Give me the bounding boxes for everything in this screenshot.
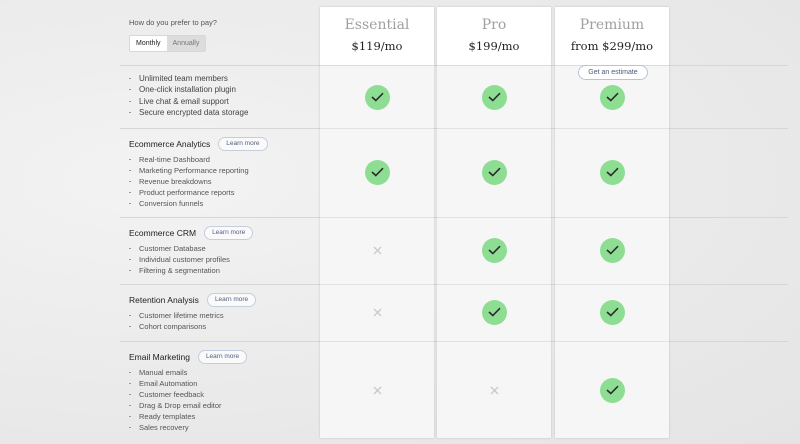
list-item: Real-time Dashboard [129, 154, 249, 165]
cross-icon [372, 245, 382, 255]
list-item: Individual customer profiles [129, 254, 230, 265]
base-feature-list: Unlimited team members One-click install… [129, 73, 248, 119]
plan-price: $199/mo [468, 39, 520, 53]
cell-divider [437, 284, 551, 285]
cross-icon [372, 307, 382, 317]
check-icon [599, 237, 625, 263]
billing-option-monthly[interactable]: Monthly [130, 36, 167, 51]
list-item: One-click installation plugin [129, 84, 248, 95]
cell-divider [555, 217, 669, 218]
check-icon [364, 84, 390, 110]
list-item: Drag & Drop email editor [129, 400, 222, 411]
learn-more-button[interactable]: Learn more [197, 350, 248, 364]
module-title-email: Email Marketing Learn more [129, 350, 248, 364]
module-title-analytics: Ecommerce Analytics Learn more [129, 137, 268, 151]
check-icon [599, 299, 625, 325]
plan-header: Essential $119/mo [320, 7, 434, 65]
check-icon [599, 159, 625, 185]
check-icon [481, 237, 507, 263]
plan-price: from $299/mo [570, 39, 654, 53]
cell-divider [555, 341, 669, 342]
plan-name: Essential [344, 17, 410, 33]
plan-price: $119/mo [351, 39, 403, 53]
cell-divider [555, 128, 669, 129]
plan-header-divider [437, 65, 551, 66]
list-item: Sales recovery [129, 422, 222, 433]
plan-card-pro: Pro $199/mo [437, 7, 551, 438]
module-title-retention: Retention Analysis Learn more [129, 293, 257, 307]
cell-divider [437, 341, 551, 342]
list-item: Ready templates [129, 411, 222, 422]
list-item: Customer lifetime metrics [129, 310, 224, 321]
plan-card-premium: Premium from $299/mo Get an estimate [555, 7, 669, 438]
list-item: Customer Database [129, 243, 230, 254]
check-icon [364, 159, 390, 185]
list-item: Manual emails [129, 367, 222, 378]
list-item: Live chat & email support [129, 96, 248, 107]
billing-question: How do you prefer to pay? [129, 18, 217, 27]
cell-divider [320, 128, 434, 129]
check-icon [599, 377, 625, 403]
cell-divider [320, 217, 434, 218]
cell-divider [320, 341, 434, 342]
cell-divider [320, 284, 434, 285]
plan-header: Pro $199/mo [437, 7, 551, 65]
list-item: Customer feedback [129, 389, 222, 400]
plan-card-essential: Essential $119/mo [320, 7, 434, 438]
module-title-crm: Ecommerce CRM Learn more [129, 226, 254, 240]
cross-icon [372, 385, 382, 395]
plan-name: Pro [481, 17, 507, 33]
list-item: Revenue breakdowns [129, 176, 249, 187]
billing-toggle: Monthly Annually [129, 35, 207, 52]
plan-header-divider [320, 65, 434, 66]
learn-more-button[interactable]: Learn more [204, 226, 254, 240]
list-item: Product performance reports [129, 187, 249, 198]
module-title-label: Ecommerce CRM [129, 228, 197, 238]
module-title-label: Email Marketing [129, 352, 190, 362]
module-feature-list: Real-time Dashboard Marketing Performanc… [129, 154, 249, 209]
check-icon [481, 84, 507, 110]
cell-divider [437, 217, 551, 218]
module-feature-list: Customer lifetime metrics Cohort compari… [129, 310, 224, 332]
plan-header: Premium from $299/mo [555, 7, 669, 65]
list-item: Cohort comparisons [129, 321, 224, 332]
cell-divider [555, 284, 669, 285]
check-icon [481, 299, 507, 325]
list-item: Secure encrypted data storage [129, 107, 248, 118]
list-item: Unlimited team members [129, 73, 248, 84]
billing-option-annually[interactable]: Annually [166, 36, 206, 51]
check-icon [599, 84, 625, 110]
plan-name: Premium [579, 17, 645, 33]
module-title-label: Retention Analysis [129, 295, 199, 305]
list-item: Conversion funnels [129, 198, 249, 209]
get-estimate-button[interactable]: Get an estimate [578, 65, 648, 80]
module-feature-list: Manual emails Email Automation Customer … [129, 367, 222, 433]
list-item: Filtering & segmentation [129, 265, 230, 276]
learn-more-button[interactable]: Learn more [206, 293, 257, 307]
cell-divider [437, 128, 551, 129]
list-item: Email Automation [129, 378, 222, 389]
cross-icon [489, 385, 499, 395]
module-feature-list: Customer Database Individual customer pr… [129, 243, 230, 276]
module-title-label: Ecommerce Analytics [129, 139, 211, 149]
check-icon [481, 159, 507, 185]
learn-more-button[interactable]: Learn more [218, 137, 268, 151]
list-item: Marketing Performance reporting [129, 165, 249, 176]
